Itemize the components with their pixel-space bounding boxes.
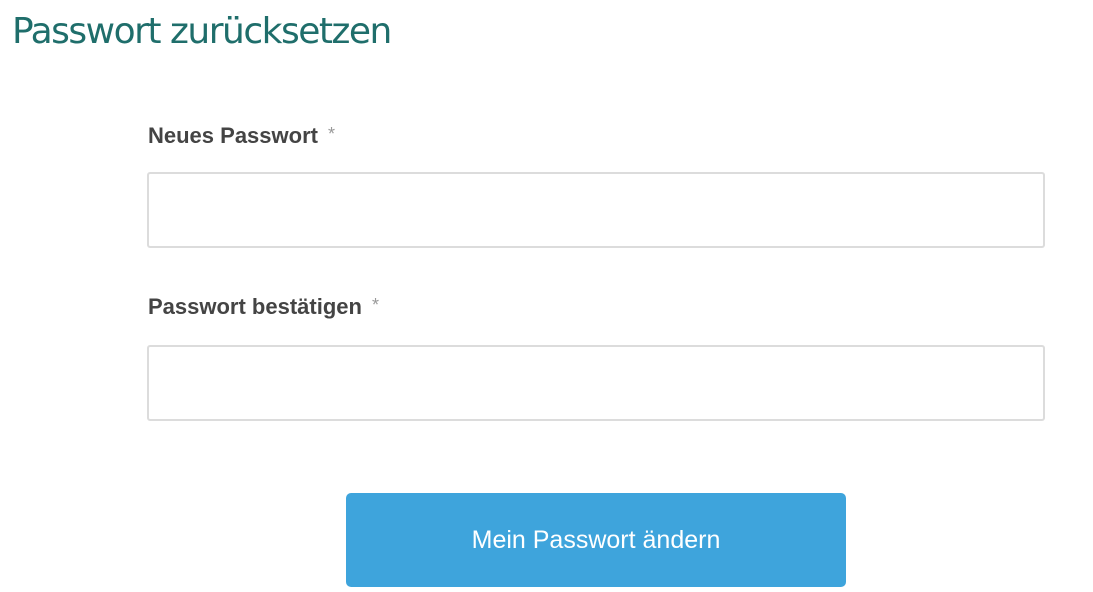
new-password-label-text: Neues Passwort <box>148 123 318 148</box>
new-password-label: Neues Passwort * <box>148 121 335 149</box>
required-asterisk: * <box>327 124 335 144</box>
confirm-password-label-text: Passwort bestätigen <box>148 294 362 319</box>
password-reset-card: Passwort zurücksetzen Neues Passwort * Pa… <box>0 0 1093 592</box>
new-password-input[interactable] <box>147 172 1045 248</box>
change-password-button[interactable]: Mein Passwort ändern <box>346 493 846 587</box>
required-asterisk: * <box>371 295 379 315</box>
page-title: Passwort zurücksetzen <box>12 11 392 52</box>
confirm-password-label: Passwort bestätigen * <box>148 292 379 320</box>
confirm-password-input[interactable] <box>147 345 1045 421</box>
